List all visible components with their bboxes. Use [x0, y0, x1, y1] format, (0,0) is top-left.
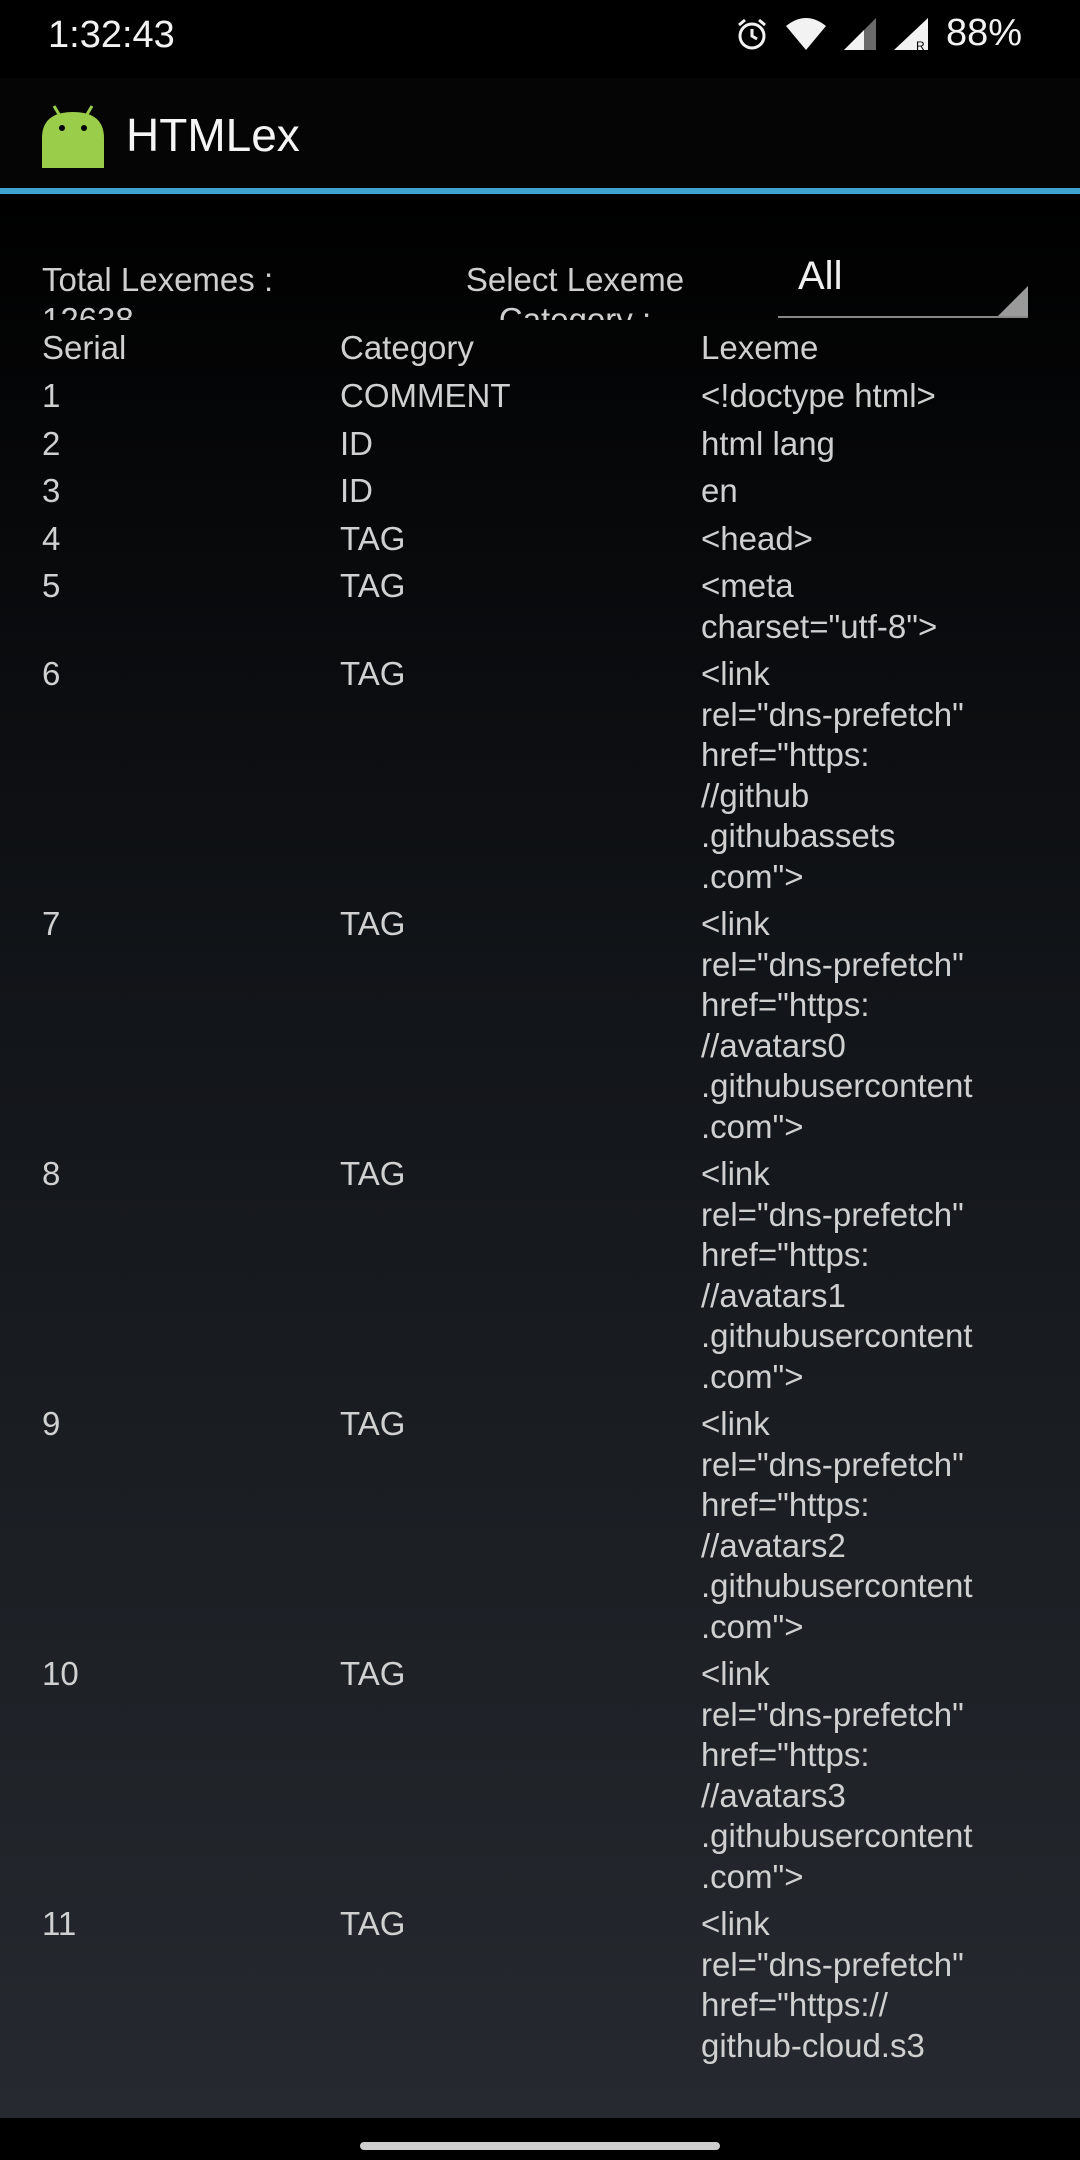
table-row[interactable]: 7 TAG <link rel="dns-prefetch" href="https… [0, 904, 1080, 1154]
row-category: TAG [340, 1905, 406, 1942]
table-row[interactable]: 5 TAG <meta charset="utf-8"> [0, 566, 1080, 654]
header-category: Category [340, 329, 474, 366]
row-serial: 9 [42, 1405, 61, 1442]
row-lexeme: <head> [701, 519, 813, 557]
row-category: ID [340, 472, 373, 509]
select-category-label-line2: Category : [498, 301, 652, 320]
row-category: TAG [340, 1655, 406, 1692]
home-gesture-pill[interactable] [360, 2142, 720, 2150]
row-serial: 6 [42, 655, 61, 692]
row-lexeme: <link rel="dns-prefetch" href="https: //… [701, 1405, 973, 1645]
row-lexeme: <link rel="dns-prefetch" href="https: //… [701, 905, 973, 1145]
table-row[interactable]: 9 TAG <link rel="dns-prefetch" href="https… [0, 1404, 1080, 1654]
row-serial: 10 [42, 1655, 79, 1692]
table-row[interactable]: 6 TAG <link rel="dns-prefetch" href="https… [0, 654, 1080, 904]
row-category: TAG [340, 1155, 406, 1192]
dropdown-arrow-icon [998, 286, 1028, 316]
alarm-icon [737, 18, 766, 49]
total-lexemes: Total Lexemes : 12638 [42, 260, 342, 320]
table-row[interactable]: 10 TAG <link rel="dns-prefetch" href="http… [0, 1654, 1080, 1904]
app-bar: HTMLex [0, 78, 1080, 188]
row-lexeme: <!doctype html> [701, 377, 936, 414]
row-category: TAG [340, 905, 406, 942]
table-row[interactable]: 8 TAG <link rel="dns-prefetch" href="https… [0, 1154, 1080, 1404]
row-serial: 7 [42, 905, 61, 942]
lexeme-table[interactable]: Serial Category Lexeme 1 COMMENT <!doctype… [0, 328, 1080, 2073]
row-serial: 2 [42, 424, 61, 462]
table-row[interactable]: 3 ID en [0, 471, 1080, 519]
row-category: TAG [340, 1405, 406, 1442]
row-category: COMMENT [340, 377, 511, 414]
row-serial: 3 [42, 472, 61, 509]
header-serial: Serial [42, 329, 127, 366]
status-bar: 1:32:43 R 88% [0, 0, 1080, 76]
table-row[interactable]: 4 TAG <head> [0, 519, 1080, 567]
wifi-icon [785, 17, 826, 50]
total-lexemes-value: 12638 [42, 301, 134, 320]
row-serial: 1 [42, 377, 61, 414]
row-category: TAG [340, 655, 406, 692]
total-lexemes-label: Total Lexemes : [42, 261, 274, 298]
row-lexeme: en [701, 472, 738, 509]
navigation-bar [0, 2118, 1080, 2160]
row-serial: 8 [42, 1155, 61, 1192]
table-row[interactable]: 2 ID html lang [0, 424, 1080, 472]
row-lexeme: html lang [701, 424, 835, 462]
table-header-row: Serial Category Lexeme [0, 328, 1080, 376]
category-spinner[interactable]: All [778, 254, 1028, 318]
select-category-label: Select Lexeme Category : [440, 260, 710, 320]
signal-icon [843, 17, 876, 50]
battery-percent: 88% [945, 12, 1022, 54]
signal-roaming-icon: R [893, 17, 928, 52]
row-lexeme: <link rel="dns-prefetch" href="https: //… [701, 1155, 973, 1395]
row-category: ID [340, 424, 373, 462]
row-lexeme: <meta charset="utf-8"> [701, 567, 938, 645]
status-time: 1:32:43 [48, 14, 175, 56]
select-category-label-line1: Select Lexeme [465, 261, 685, 298]
svg-text:R: R [916, 39, 925, 52]
row-lexeme: <link rel="dns-prefetch" href="https:// … [701, 1905, 964, 2064]
table-row[interactable]: 11 TAG <link rel="dns-prefetch" href="http… [0, 1904, 1080, 2073]
table-row[interactable]: 1 COMMENT <!doctype html> [0, 376, 1080, 424]
row-serial: 4 [42, 519, 61, 557]
android-logo-icon [42, 105, 104, 168]
row-lexeme: <link rel="dns-prefetch" href="https: //… [701, 655, 964, 895]
category-spinner-value: All [798, 254, 843, 298]
app-title: HTMLex [126, 109, 300, 161]
row-lexeme: <link rel="dns-prefetch" href="https: //… [701, 1655, 973, 1895]
row-category: TAG [340, 519, 406, 557]
row-serial: 11 [42, 1905, 77, 1942]
row-category: TAG [340, 567, 406, 604]
header-lexeme: Lexeme [701, 329, 819, 366]
row-serial: 5 [42, 567, 61, 604]
status-icons: R 88% [734, 12, 1022, 55]
main-content[interactable]: Total Lexemes : 12638 Select Lexeme Cate… [0, 194, 1080, 2118]
